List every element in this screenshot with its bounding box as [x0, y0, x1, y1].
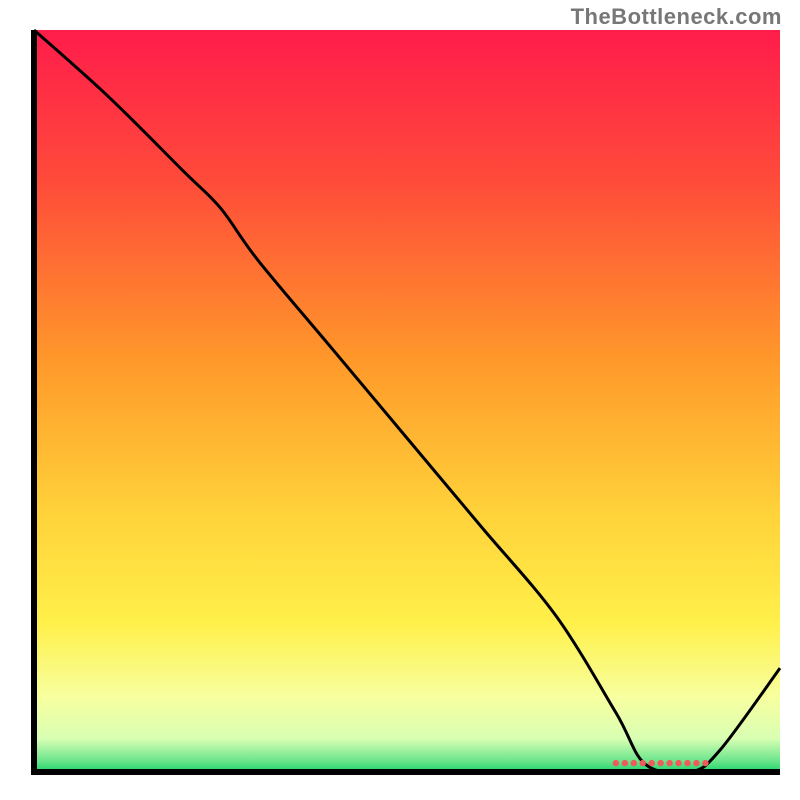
min-marker-dot: [675, 760, 681, 766]
watermark-text: TheBottleneck.com: [571, 4, 782, 30]
bottleneck-chart: [0, 0, 800, 800]
min-marker-dot: [657, 760, 663, 766]
min-marker-dot: [622, 760, 628, 766]
min-marker-dot: [666, 760, 672, 766]
min-marker-dot: [693, 760, 699, 766]
min-marker-dot: [613, 760, 619, 766]
min-marker-dot: [631, 760, 637, 766]
min-marker-dot: [702, 760, 708, 766]
min-marker: [613, 760, 709, 766]
min-marker-dot: [684, 760, 690, 766]
plot-background: [34, 30, 780, 772]
min-marker-dot: [648, 760, 654, 766]
min-marker-dot: [640, 760, 646, 766]
